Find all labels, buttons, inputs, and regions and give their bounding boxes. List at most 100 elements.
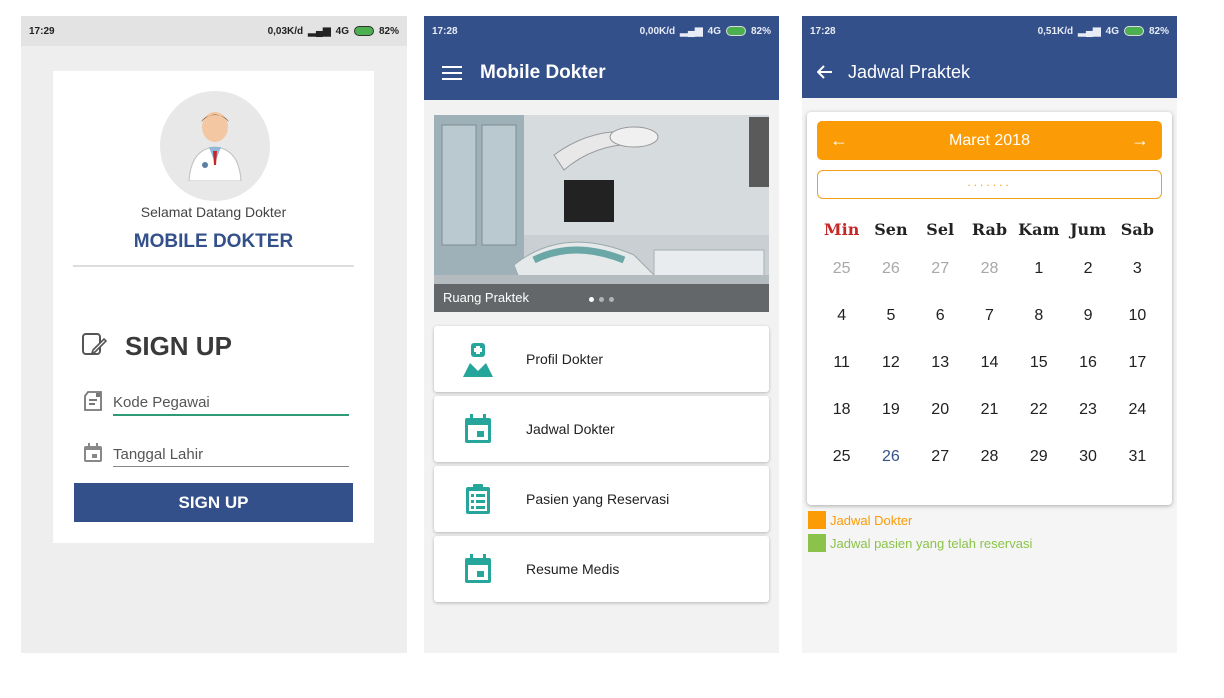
calendar-day[interactable]: 19: [866, 386, 915, 433]
legend-jadwal-dokter: Jadwal Dokter: [808, 511, 912, 529]
signup-button[interactable]: SIGN UP: [74, 483, 353, 522]
calendar-day[interactable]: 6: [916, 292, 965, 339]
calendar-header: ← Maret 2018 →: [817, 121, 1162, 160]
slider-dot[interactable]: [599, 297, 604, 302]
login-screen: 17:29 0,03K/d ▂▄▆ 4G 82% Selamat Datang …: [21, 16, 407, 653]
calendar-day[interactable]: 16: [1063, 339, 1112, 386]
status-bar: 17:28 0,51K/d ▂▄▆ 4G 82%: [802, 16, 1177, 46]
status-time: 17:28: [432, 25, 458, 37]
legend-label: Jadwal pasien yang telah reservasi: [830, 535, 1033, 551]
calendar-month: Maret 2018: [949, 131, 1030, 149]
app-toolbar: Jadwal Praktek: [802, 46, 1177, 98]
calendar-day[interactable]: 8: [1014, 292, 1063, 339]
menu-item-pasien-reservasi[interactable]: Pasien yang Reservasi: [434, 466, 769, 532]
calendar-day[interactable]: 31: [1113, 433, 1162, 480]
clipboard-list-icon: [446, 483, 510, 515]
status-net-speed: 0,51K/d: [1037, 25, 1074, 37]
calendar-day[interactable]: 24: [1113, 386, 1162, 433]
app-toolbar: Mobile Dokter: [424, 46, 779, 100]
status-battery: 82%: [378, 25, 399, 37]
calendar-day[interactable]: 13: [916, 339, 965, 386]
status-bar: 17:28 0,00K/d ▂▄▆ 4G 82%: [424, 16, 779, 46]
calendar-day[interactable]: 28: [965, 245, 1014, 292]
legend-label: Jadwal Dokter: [830, 512, 913, 528]
status-time: 17:28: [810, 25, 836, 37]
calendar-card: ← Maret 2018 → ....... Min Sen Sel Rab Kam Ju…: [807, 112, 1172, 505]
login-card: Selamat Datang Dokter MOBILE DOKTER SIGN…: [53, 71, 374, 543]
calendar-day[interactable]: 1: [1014, 245, 1063, 292]
calendar-day[interactable]: 28: [965, 433, 1014, 480]
doctor-icon: [446, 341, 510, 377]
status-network: 4G: [707, 25, 721, 37]
menu-label: Pasien yang Reservasi: [526, 491, 670, 507]
calendar-day[interactable]: 4: [817, 292, 866, 339]
menu-item-profil-dokter[interactable]: Profil Dokter: [434, 326, 769, 392]
calendar-day[interactable]: 9: [1063, 292, 1112, 339]
tanggal-lahir-input[interactable]: [113, 446, 349, 467]
battery-icon: [725, 26, 746, 36]
kode-pegawai-input[interactable]: [113, 394, 349, 416]
calendar-day[interactable]: 14: [965, 339, 1014, 386]
status-battery: 82%: [750, 25, 771, 37]
calendar-day[interactable]: 11: [817, 339, 866, 386]
calendar-day[interactable]: 12: [866, 339, 915, 386]
calendar-day[interactable]: 30: [1063, 433, 1112, 480]
next-month-arrow-icon[interactable]: →: [1118, 121, 1162, 160]
menu-label: Resume Medis: [526, 561, 620, 577]
calendar-day[interactable]: 2: [1063, 245, 1112, 292]
calendar-day[interactable]: 7: [965, 292, 1014, 339]
welcome-text: Selamat Datang Dokter: [140, 204, 287, 220]
calendar-day-today[interactable]: 26: [866, 433, 915, 480]
doctor-avatar: [160, 91, 270, 201]
calendar-day[interactable]: 25: [817, 245, 866, 292]
calendar-day[interactable]: 27: [916, 433, 965, 480]
slider-dots: [589, 297, 614, 302]
calendar-icon: [79, 439, 107, 467]
slider-dot[interactable]: [609, 297, 614, 302]
clinic-room-image: [434, 115, 769, 312]
signal-icon: ▂▄▆: [308, 25, 331, 37]
signup-title: SIGN UP: [125, 331, 232, 361]
legend-swatch: [808, 534, 826, 552]
weekday-header: Sen: [874, 220, 908, 239]
calendar-day[interactable]: 20: [916, 386, 965, 433]
id-card-icon: [79, 388, 107, 416]
toolbar-title: Mobile Dokter: [480, 62, 606, 83]
calendar-day[interactable]: 22: [1014, 386, 1063, 433]
app-name: MOBILE DOKTER: [133, 231, 294, 252]
signal-icon: ▂▄▆: [680, 25, 703, 37]
calendar-day[interactable]: 27: [916, 245, 965, 292]
calendar-day[interactable]: 21: [965, 386, 1014, 433]
calendar-day[interactable]: 25: [817, 433, 866, 480]
menu-item-resume-medis[interactable]: Resume Medis: [434, 536, 769, 602]
back-arrow-icon[interactable]: [802, 45, 848, 99]
kode-pegawai-field: [79, 386, 349, 416]
calendar-day[interactable]: 15: [1014, 339, 1063, 386]
status-bar: 17:29 0,03K/d ▂▄▆ 4G 82%: [21, 16, 407, 46]
weekday-header: Rab: [971, 220, 1008, 239]
calendar-day[interactable]: 5: [866, 292, 915, 339]
menu-item-jadwal-dokter[interactable]: Jadwal Dokter: [434, 396, 769, 462]
calendar-icon: [446, 553, 510, 585]
calendar-day[interactable]: 10: [1113, 292, 1162, 339]
signup-heading: SIGN UP: [81, 331, 232, 362]
prev-month-arrow-icon[interactable]: ←: [817, 121, 861, 160]
banner-slider[interactable]: Ruang Praktek: [434, 115, 769, 312]
edit-icon: [81, 331, 108, 362]
menu-icon[interactable]: [424, 46, 480, 100]
calendar-day[interactable]: 29: [1014, 433, 1063, 480]
status-time: 17:29: [29, 25, 55, 37]
calendar-day[interactable]: 23: [1063, 386, 1112, 433]
legend-swatch: [808, 511, 826, 529]
status-network: 4G: [335, 25, 349, 37]
status-net-speed: 0,00K/d: [639, 25, 676, 37]
calendar-day[interactable]: 26: [866, 245, 915, 292]
schedule-screen: 17:28 0,51K/d ▂▄▆ 4G 82% Jadwal Praktek …: [802, 16, 1177, 653]
calendar-day[interactable]: 3: [1113, 245, 1162, 292]
divider: [73, 265, 354, 267]
calendar-day[interactable]: 18: [817, 386, 866, 433]
dashboard-screen: 17:28 0,00K/d ▂▄▆ 4G 82% Mobile Dokter R…: [424, 16, 779, 653]
calendar-day[interactable]: 17: [1113, 339, 1162, 386]
slider-dot[interactable]: [589, 297, 594, 302]
battery-icon: [353, 26, 374, 36]
